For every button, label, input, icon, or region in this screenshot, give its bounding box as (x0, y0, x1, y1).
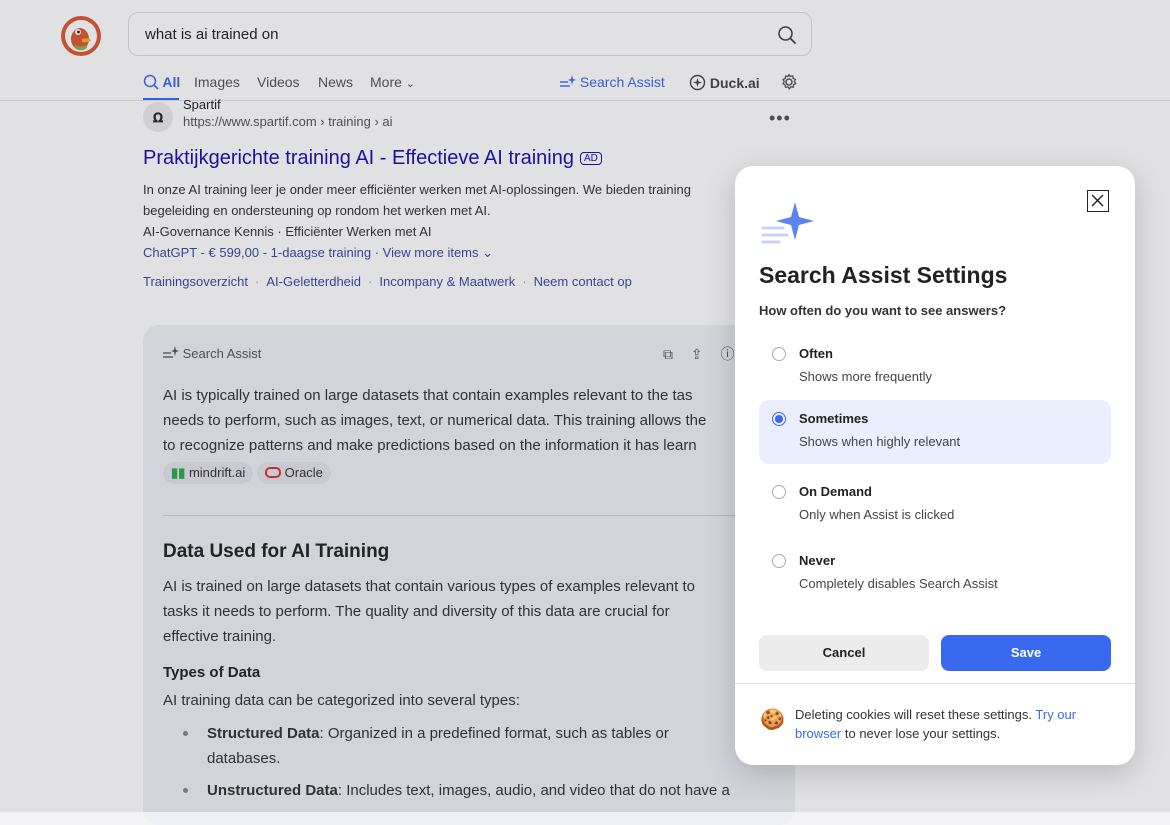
option-label: Never (799, 553, 836, 568)
option-description: Shows when highly relevant (799, 434, 961, 449)
dialog-question: How often do you want to see answers? (759, 303, 1007, 318)
option-label: Often (799, 346, 833, 361)
option-never[interactable]: Never Completely disables Search Assist (759, 542, 1111, 606)
cookie-icon: 🍪 (760, 709, 785, 731)
option-on-demand[interactable]: On Demand Only when Assist is clicked (759, 473, 1111, 537)
radio-button[interactable] (772, 485, 786, 499)
cookie-notice-text: Deleting cookies will reset these settin… (795, 707, 1033, 722)
option-label: Sometimes (799, 411, 869, 426)
sparkle-icon (761, 202, 814, 244)
dialog-title: Search Assist Settings (759, 262, 1008, 288)
radio-button[interactable] (772, 347, 786, 361)
radio-button[interactable] (772, 554, 786, 568)
option-description: Only when Assist is clicked (799, 507, 955, 522)
option-label: On Demand (799, 484, 872, 499)
divider (735, 683, 1135, 684)
option-sometimes[interactable]: Sometimes Shows when highly relevant (759, 400, 1111, 464)
close-button[interactable] (1087, 190, 1109, 212)
cookie-notice-tail: to never lose your settings. (844, 726, 1001, 741)
option-description: Completely disables Search Assist (799, 576, 998, 591)
option-description: Shows more frequently (799, 369, 932, 384)
option-often[interactable]: Often Shows more frequently (759, 335, 1111, 399)
search-assist-settings-dialog: Search Assist Settings How often do you … (735, 166, 1135, 765)
save-button[interactable]: Save (941, 635, 1111, 671)
radio-button-selected[interactable] (772, 412, 786, 426)
close-icon (1091, 194, 1104, 207)
cookie-notice: Deleting cookies will reset these settin… (795, 705, 1115, 743)
cancel-button[interactable]: Cancel (759, 635, 929, 671)
